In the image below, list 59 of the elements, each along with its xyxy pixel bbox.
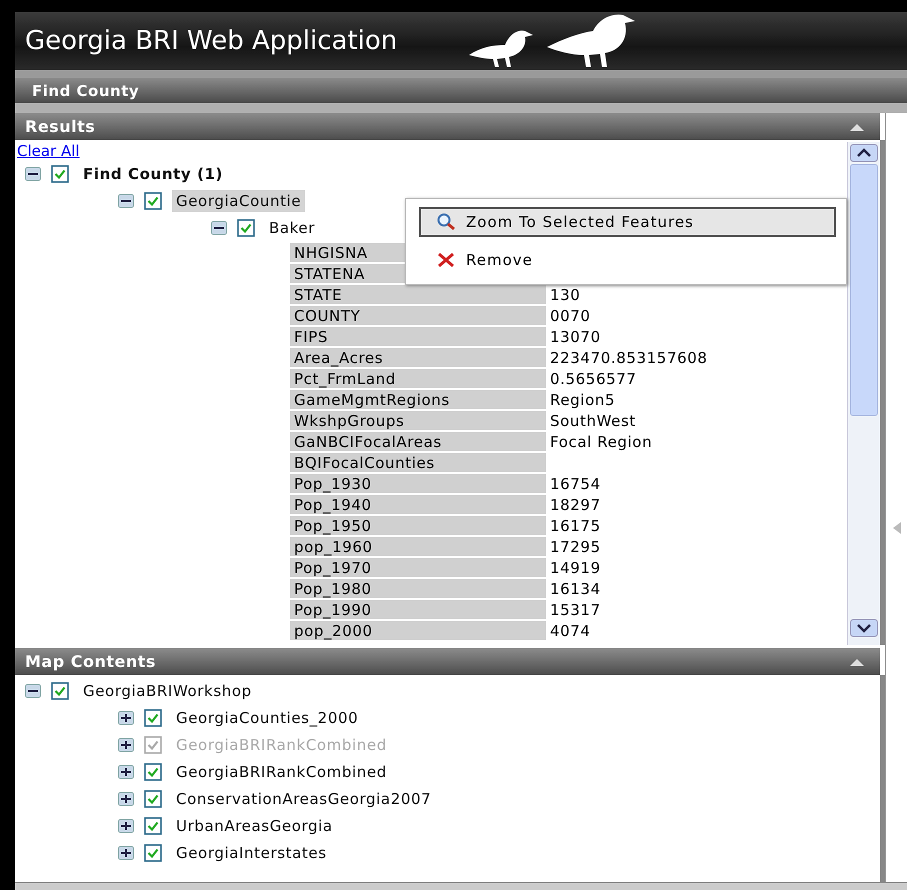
- bird-icon: [545, 13, 638, 69]
- search-icon: [436, 213, 456, 231]
- checkbox[interactable]: [144, 844, 162, 862]
- expand-icon[interactable]: [118, 846, 134, 860]
- checkbox[interactable]: [144, 816, 162, 834]
- checkbox[interactable]: [237, 218, 255, 236]
- checkbox[interactable]: [144, 192, 162, 210]
- attribute-name: Pop_1930: [290, 474, 546, 493]
- panel-title: Results: [25, 117, 96, 136]
- menu-item[interactable]: Zoom To Selected Features: [419, 207, 836, 237]
- attribute-name: COUNTY: [290, 306, 546, 325]
- attribute-name: WkshpGroups: [290, 411, 546, 430]
- layer-item[interactable]: UrbanAreasGeorgia: [172, 814, 337, 836]
- expand-icon[interactable]: [118, 818, 134, 832]
- layer-item[interactable]: ConservationAreasGeorgia2007: [172, 788, 436, 810]
- attribute-name: pop_2000: [290, 621, 546, 640]
- checkbox[interactable]: [144, 762, 162, 780]
- attribute-name: pop_1960: [290, 537, 546, 556]
- collapse-icon[interactable]: [25, 166, 41, 180]
- panel-title: Map Contents: [25, 652, 156, 671]
- expand-icon[interactable]: [118, 764, 134, 778]
- tree-item[interactable]: Find County (1): [79, 162, 228, 184]
- collapse-icon[interactable]: [25, 684, 41, 698]
- layer-item[interactable]: GeorgiaInterstates: [172, 842, 331, 864]
- attribute-name: GameMgmtRegions: [290, 390, 546, 409]
- layer-item[interactable]: GeorgiaCounties_2000: [172, 706, 362, 728]
- layer-item[interactable]: GeorgiaBRIRankCombined: [172, 760, 391, 782]
- attribute-name: Area_Acres: [290, 348, 546, 367]
- checkbox[interactable]: [51, 164, 69, 182]
- attribute-name: FIPS: [290, 327, 546, 346]
- tool-title: Find County: [32, 82, 140, 100]
- checkbox[interactable]: [144, 708, 162, 726]
- scrollbar[interactable]: [847, 142, 880, 645]
- attribute-name: GaNBCIFocalAreas: [290, 432, 546, 451]
- expand-icon[interactable]: [118, 710, 134, 724]
- attribute-name: Pop_1990: [290, 600, 546, 619]
- scroll-down-icon[interactable]: [850, 619, 878, 637]
- attribute-name: Pop_1940: [290, 495, 546, 514]
- clear-all-link[interactable]: Clear All: [17, 142, 80, 160]
- collapse-arrow-icon[interactable]: [850, 122, 864, 130]
- tree-item[interactable]: Baker: [265, 216, 320, 238]
- checkbox[interactable]: [144, 790, 162, 808]
- tree-item[interactable]: GeorgiaCountie: [172, 190, 306, 212]
- close-icon: [436, 252, 456, 268]
- attribute-name: Pop_1980: [290, 579, 546, 598]
- attribute-name: STATE: [290, 285, 546, 304]
- expand-icon[interactable]: [118, 792, 134, 806]
- scroll-up-icon[interactable]: [850, 144, 878, 162]
- layer-item[interactable]: GeorgiaBRIWorkshop: [79, 680, 256, 702]
- attribute-name: BQIFocalCounties: [290, 453, 546, 472]
- app-title: Georgia BRI Web Application: [25, 26, 398, 56]
- collapse-icon[interactable]: [211, 220, 227, 234]
- checkbox[interactable]: [51, 682, 69, 700]
- attribute-name: Pop_1970: [290, 558, 546, 577]
- attribute-name: Pop_1950: [290, 516, 546, 535]
- collapse-icon[interactable]: [118, 194, 134, 208]
- collapse-arrow-icon[interactable]: [850, 658, 864, 666]
- scroll-thumb[interactable]: [850, 164, 878, 416]
- attribute-name: Pct_FrmLand: [290, 369, 546, 388]
